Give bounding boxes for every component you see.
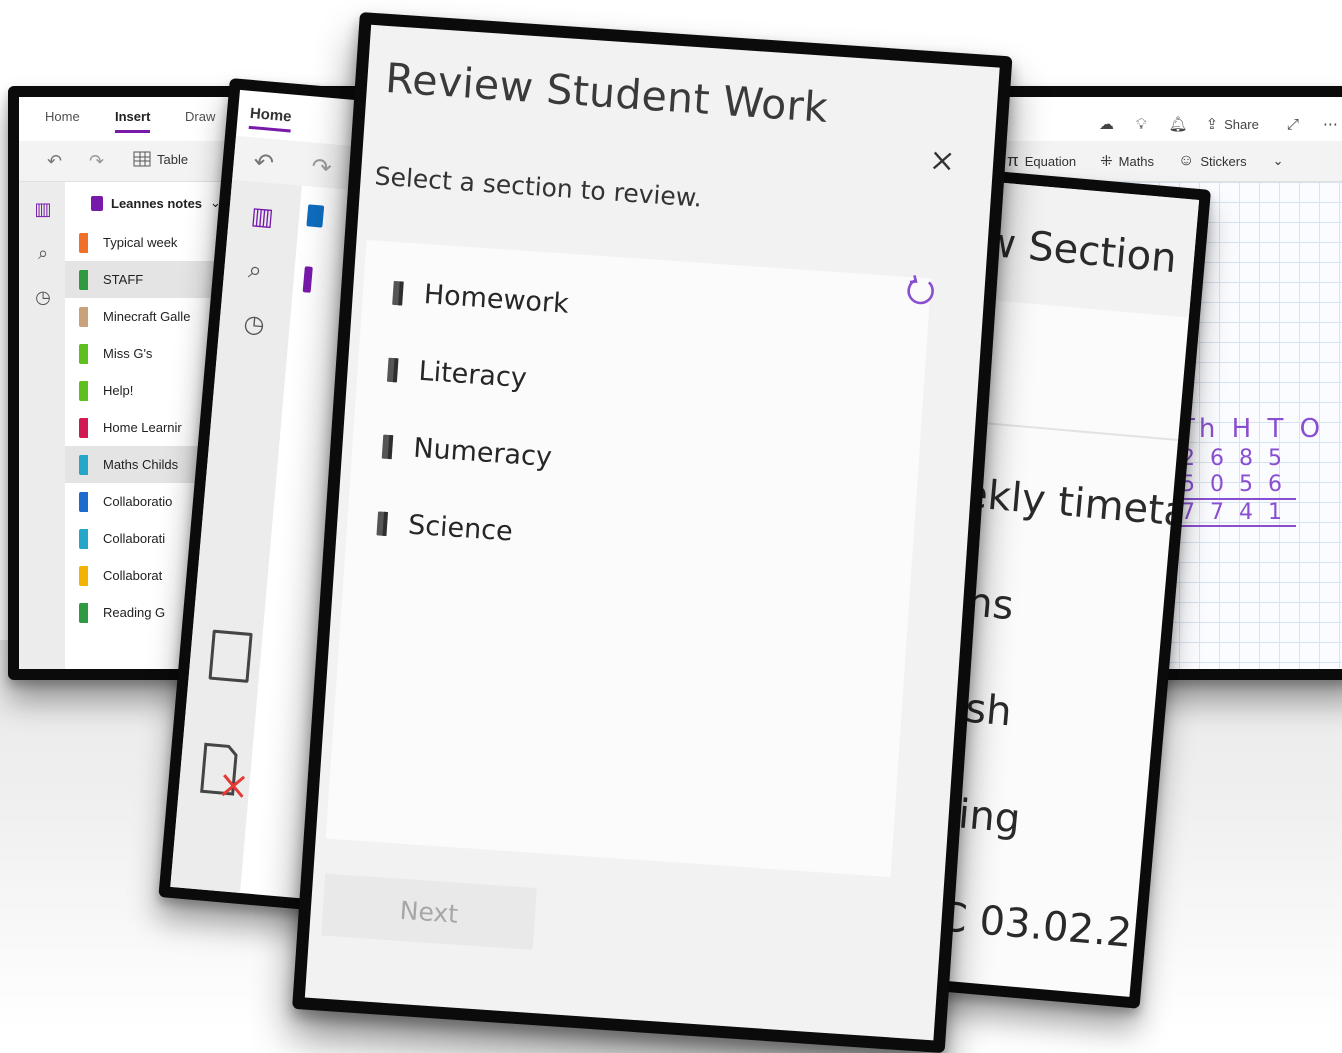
section-tab-marker xyxy=(302,266,313,293)
section-label: Miss G's xyxy=(103,346,153,361)
document-icon xyxy=(208,629,253,683)
tab-insert[interactable]: Insert xyxy=(115,109,151,133)
handwriting-row: 2 6 8 5 xyxy=(1181,446,1286,471)
recent-icon[interactable]: ◷ xyxy=(242,309,265,339)
review-student-work-dialog: Review Student Work Select a section to … xyxy=(292,12,1013,1053)
section-label: Homework xyxy=(422,279,570,320)
tab-draw[interactable]: Draw xyxy=(185,109,215,124)
redo-icon[interactable]: ↷ xyxy=(310,153,332,183)
section-label: Collaborat xyxy=(103,568,163,583)
handwriting-row: Th H T O xyxy=(1179,414,1325,444)
section-tab-marker xyxy=(79,566,88,586)
next-button[interactable]: Next xyxy=(321,873,537,950)
handwriting-row: 7 7 4 1 xyxy=(1181,498,1296,527)
expand-icon[interactable]: ⤢ xyxy=(1287,116,1299,133)
tab-home[interactable]: Home xyxy=(45,109,80,124)
section-label: Reading G xyxy=(103,605,166,620)
maths-icon: ⁜ xyxy=(1100,153,1113,170)
redo-icon[interactable]: ↷ xyxy=(89,151,104,172)
section-tab-marker xyxy=(79,307,88,327)
notebooks-icon[interactable]: ▥ xyxy=(33,200,53,220)
table-label: Table xyxy=(157,151,189,167)
handwriting-row: 5 0 5 6 xyxy=(1181,472,1286,497)
notebooks-icon[interactable]: ▥ xyxy=(250,201,275,231)
section-tab-marker xyxy=(79,381,88,401)
section-label: Numeracy xyxy=(412,432,553,474)
section-label: Collaborati xyxy=(103,531,166,546)
equation-button[interactable]: Equation xyxy=(1025,154,1076,169)
section-tab-marker xyxy=(79,529,88,549)
stickers-button[interactable]: Stickers xyxy=(1200,154,1246,169)
nav-rail: ▥ ⌕ ◷ xyxy=(19,182,65,669)
maths-button[interactable]: Maths xyxy=(1119,154,1154,169)
lightbulb-icon[interactable]: 💡︎ xyxy=(1136,116,1147,133)
section-item-science[interactable]: Science xyxy=(376,507,514,548)
top-toolbar: ☁ 💡︎ 🔔︎ ⇪ Share ⤢ ⋯ xyxy=(1099,115,1338,134)
section-tab-icon xyxy=(376,510,388,536)
section-tab-marker xyxy=(79,233,88,253)
refresh-icon[interactable] xyxy=(901,273,939,311)
close-icon[interactable] xyxy=(930,149,953,172)
undo-icon[interactable]: ↶ xyxy=(47,151,62,172)
notebook-icon xyxy=(91,195,103,211)
search-icon[interactable]: ⌕ xyxy=(247,255,263,284)
table-icon xyxy=(133,151,151,167)
section-tab-icon xyxy=(392,280,403,305)
table-button[interactable]: Table xyxy=(133,151,188,167)
section-item-homework[interactable]: Homework xyxy=(392,277,570,320)
section-label: Science xyxy=(407,509,514,548)
share-icon[interactable]: ⇪ xyxy=(1206,115,1219,133)
search-icon[interactable]: ⌕ xyxy=(33,244,53,264)
section-label: Literacy xyxy=(417,355,528,395)
dialog-title: Review Student Work xyxy=(383,53,830,132)
section-label: Typical week xyxy=(103,235,178,250)
section-label: Minecraft Galle xyxy=(103,309,191,324)
section-label: Collaboratio xyxy=(103,494,173,509)
stickers-icon: ☺ xyxy=(1178,152,1195,169)
dialog-subtitle: Select a section to review. xyxy=(373,161,703,213)
document-error-icon xyxy=(199,741,246,798)
tab-home[interactable]: Home xyxy=(249,105,292,126)
section-tab-icon xyxy=(386,357,398,382)
section-label: Maths Childs xyxy=(103,457,179,472)
section-tab-marker xyxy=(79,270,88,290)
section-tab-marker xyxy=(79,455,88,475)
section-item-literacy[interactable]: Literacy xyxy=(386,354,528,395)
section-tab-marker xyxy=(79,418,88,438)
section-label: Home Learnir xyxy=(103,420,182,435)
equation-icon: π xyxy=(1007,151,1019,170)
section-tab-marker xyxy=(79,492,88,512)
chevron-down-icon[interactable]: ⌄ xyxy=(1273,153,1284,169)
notebook-name: Leannes notes xyxy=(111,195,203,211)
section-label: STAFF xyxy=(103,272,144,287)
insert-tools: π Equation ⁜ Maths ☺ Stickers ⌄ xyxy=(1007,151,1284,171)
share-button[interactable]: Share xyxy=(1224,117,1259,132)
section-tab-marker xyxy=(79,344,88,364)
section-tab-marker xyxy=(79,603,88,623)
section-list-panel: Homework Literacy Numeracy Science xyxy=(325,239,934,878)
notebook-icon xyxy=(306,204,325,228)
undo-icon[interactable]: ↶ xyxy=(253,147,275,177)
more-icon[interactable]: ⋯ xyxy=(1323,115,1338,133)
sync-icon[interactable]: ☁ xyxy=(1099,115,1114,133)
recent-icon[interactable]: ◷ xyxy=(33,288,53,308)
section-label: Help! xyxy=(103,383,134,398)
section-item-numeracy[interactable]: Numeracy xyxy=(381,431,553,474)
bell-icon[interactable]: 🔔︎ xyxy=(1169,115,1188,133)
section-tab-icon xyxy=(381,434,393,459)
